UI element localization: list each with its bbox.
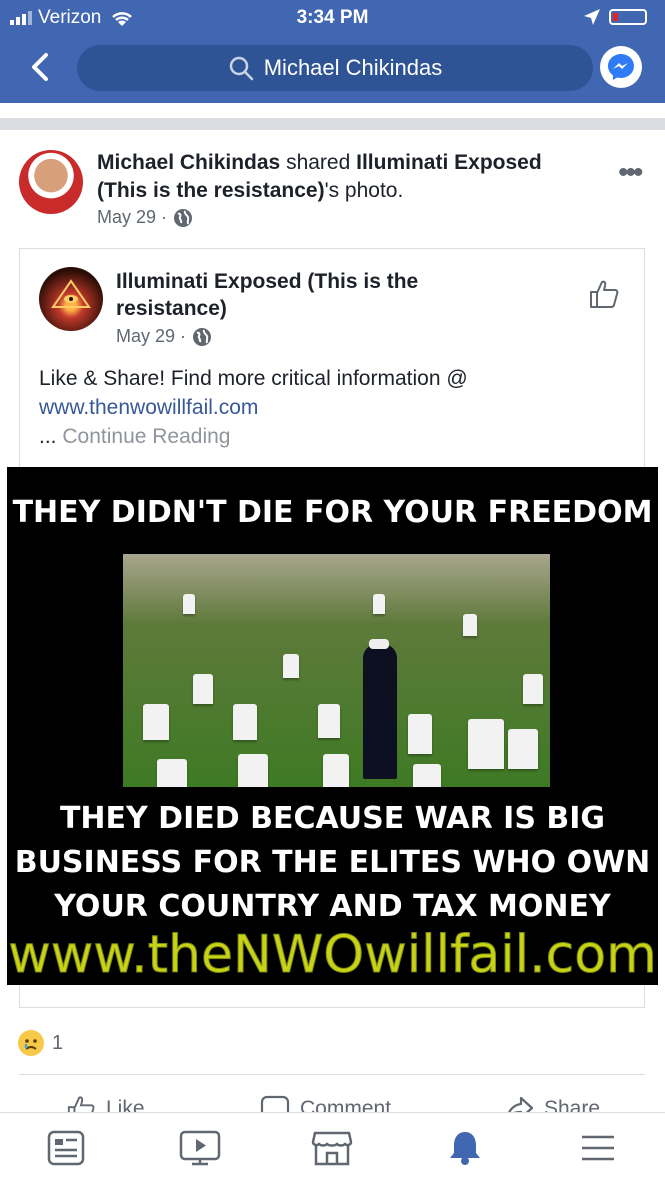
notifications-icon[interactable] [443, 1129, 487, 1167]
post-meta: May 29 · [97, 207, 193, 228]
shared-post-date[interactable]: May 29 · [116, 326, 186, 347]
news-feed-icon[interactable] [44, 1129, 88, 1167]
watch-icon[interactable] [178, 1129, 222, 1167]
status-time: 3:34 PM [296, 7, 369, 28]
post-suffix: 's photo. [324, 179, 404, 202]
battery-area [583, 8, 647, 26]
globe-icon [193, 327, 212, 346]
reaction-count: 1 [52, 1031, 64, 1054]
messenger-icon [608, 54, 634, 80]
external-link[interactable]: www.thenwowillfail.com [39, 393, 619, 422]
search-icon [229, 56, 253, 81]
post-image[interactable]: THEY DIDN'T DIE FOR YOUR FREEDOM THEY DI… [7, 467, 658, 986]
post-date[interactable]: May 29 · [97, 207, 167, 228]
marketplace-icon[interactable] [310, 1129, 354, 1167]
top-bar: Verizon 3:34 PM Michael Chikindas [0, 0, 665, 103]
menu-icon[interactable] [576, 1129, 620, 1167]
continue-reading-label: Continue Reading [62, 425, 231, 448]
author-name[interactable]: Michael Chikindas [97, 151, 280, 174]
continue-reading[interactable]: ... Continue Reading [39, 422, 619, 451]
more-icon[interactable]: ••• [618, 156, 643, 190]
actions-divider [19, 1074, 645, 1075]
action-text: shared [286, 151, 351, 174]
like-page-icon[interactable] [588, 278, 620, 310]
status-bar: Verizon 3:34 PM [0, 0, 665, 34]
reactions-summary[interactable]: 1 [18, 1030, 63, 1056]
post-body: Like & Share! Find more critical informa… [39, 367, 468, 390]
cemetery-photo [123, 554, 550, 787]
image-bottom-text: THEY DIED BECAUSE WAR IS BIG BUSINESS FO… [7, 797, 658, 929]
eye-logo-icon [51, 279, 91, 308]
image-url-text: www.theNWOwillfail.com [8, 925, 657, 986]
battery-icon [609, 9, 647, 25]
sad-reaction-icon [18, 1030, 44, 1056]
image-bottom-line-3: YOUR COUNTRY AND TAX MONEY [54, 889, 611, 924]
search-query: Michael Chikindas [263, 55, 443, 80]
bugler-figure [363, 644, 397, 779]
image-top-text: THEY DIDN'T DIE FOR YOUR FREEDOM [12, 495, 653, 530]
bottom-tab-bar [0, 1112, 665, 1183]
shared-post-text: Like & Share! Find more critical informa… [39, 364, 619, 451]
shared-post-meta: May 29 · [116, 326, 212, 347]
author-avatar[interactable] [19, 150, 83, 214]
page-avatar[interactable] [39, 267, 103, 331]
back-icon[interactable] [26, 52, 54, 82]
location-icon [584, 9, 600, 25]
page-name[interactable]: Illuminati Exposed (This is the resistan… [116, 268, 516, 322]
image-bottom-line-2: BUSINESS FOR THE ELITES WHO OWN [14, 845, 651, 880]
feed-divider [0, 118, 665, 130]
image-bottom-line-1: THEY DIED BECAUSE WAR IS BIG [59, 801, 606, 836]
post-header: Michael Chikindas shared Illuminati Expo… [97, 149, 597, 205]
continue-prefix: ... [39, 425, 57, 448]
search-input[interactable]: Michael Chikindas [77, 45, 593, 91]
globe-icon [174, 208, 193, 227]
messenger-button[interactable] [600, 46, 642, 88]
